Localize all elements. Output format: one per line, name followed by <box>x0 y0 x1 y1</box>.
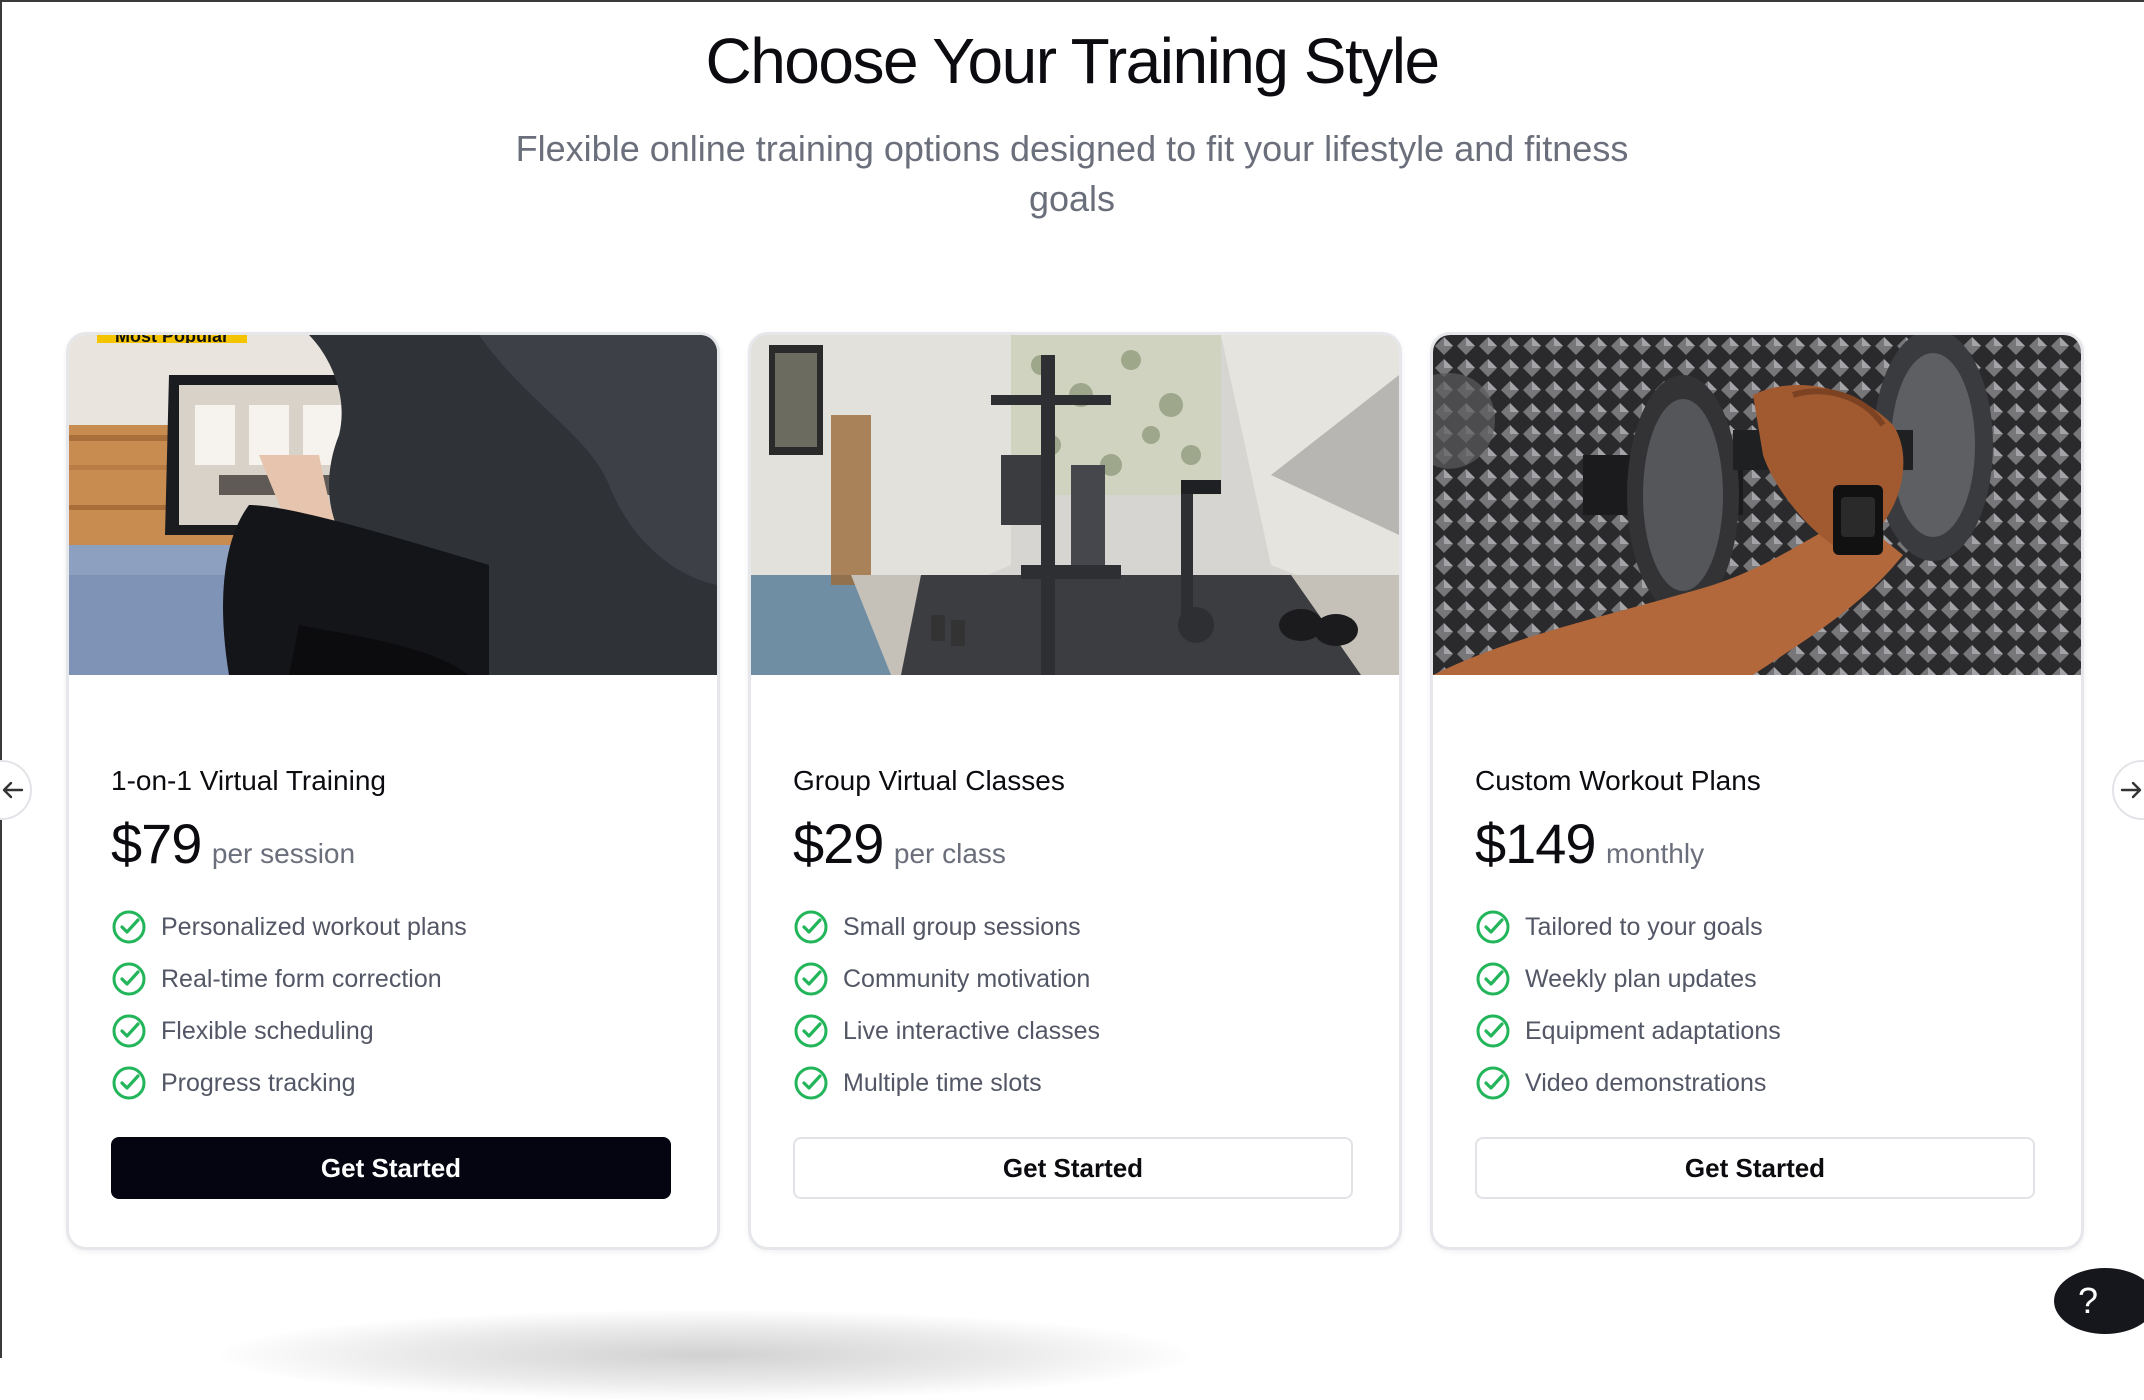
plan-price: $79 <box>111 812 202 875</box>
window-edge-top <box>0 0 2144 2</box>
feature-list: Personalized workout plans Real-time for… <box>111 901 467 1109</box>
plan-card-virtual-training: Most Popular 1-on-1 Virtual Training $79… <box>66 332 720 1250</box>
arrow-left-icon <box>2 781 24 799</box>
check-circle-icon <box>1476 962 1510 996</box>
feature-label: Equipment adaptations <box>1525 1016 1781 1045</box>
get-started-button[interactable]: Get Started <box>111 1137 671 1199</box>
feature-label: Small group sessions <box>843 912 1081 941</box>
plan-card-custom-plans: Custom Workout Plans $149 monthly Tailor… <box>1430 332 2084 1250</box>
help-button[interactable]: ? <box>2054 1268 2144 1334</box>
check-circle-icon <box>1476 910 1510 944</box>
section-title: Choose Your Training Style <box>705 25 1440 97</box>
plan-price-unit: per class <box>893 838 1006 869</box>
check-circle-icon <box>112 1066 146 1100</box>
check-circle-icon <box>794 910 828 944</box>
price-row: $29 per class <box>793 811 1006 876</box>
feature-label: Tailored to your goals <box>1525 912 1763 941</box>
check-circle-icon <box>1476 1066 1510 1100</box>
most-popular-badge: Most Popular <box>97 335 248 343</box>
feature-label: Weekly plan updates <box>1525 964 1757 993</box>
get-started-button[interactable]: Get Started <box>1475 1137 2035 1199</box>
check-circle-icon <box>112 910 146 944</box>
price-row: $79 per session <box>111 811 355 876</box>
arrow-right-icon <box>2120 781 2142 799</box>
feature-label: Live interactive classes <box>843 1016 1101 1045</box>
carousel-next-button[interactable] <box>2112 760 2144 820</box>
feature-item: Community motivation <box>793 953 1100 1005</box>
check-circle-icon <box>112 962 146 996</box>
price-row: $149 monthly <box>1475 811 1704 876</box>
plan-price-unit: monthly <box>1606 838 1705 869</box>
feature-item: Flexible scheduling <box>111 1005 467 1057</box>
feature-item: Weekly plan updates <box>1475 953 1781 1005</box>
get-started-button[interactable]: Get Started <box>793 1137 1353 1199</box>
feature-item: Progress tracking <box>111 1057 467 1109</box>
feature-label: Video demonstrations <box>1525 1068 1767 1097</box>
feature-item: Equipment adaptations <box>1475 1005 1781 1057</box>
plan-price-unit: per session <box>211 838 356 869</box>
help-icon: ? <box>2077 1280 2099 1321</box>
plan-name: 1-on-1 Virtual Training <box>111 765 386 796</box>
feature-item: Video demonstrations <box>1475 1057 1781 1109</box>
plan-image-group-classes <box>751 335 1399 675</box>
feature-item: Tailored to your goals <box>1475 901 1781 953</box>
check-circle-icon <box>1476 1014 1510 1048</box>
feature-label: Multiple time slots <box>843 1068 1042 1097</box>
window-edge-left <box>0 0 2 1358</box>
feature-label: Real-time form correction <box>161 964 442 993</box>
feature-item: Personalized workout plans <box>111 901 467 953</box>
section-subtitle: Flexible online training options designe… <box>515 128 1629 219</box>
plan-name: Custom Workout Plans <box>1475 765 1761 796</box>
plan-name: Group Virtual Classes <box>793 765 1065 796</box>
feature-item: Live interactive classes <box>793 1005 1100 1057</box>
check-circle-icon <box>794 962 828 996</box>
feature-label: Progress tracking <box>161 1068 356 1097</box>
feature-label: Community motivation <box>843 964 1091 993</box>
feature-list: Tailored to your goals Weekly plan updat… <box>1475 901 1781 1109</box>
check-circle-icon <box>794 1014 828 1048</box>
check-circle-icon <box>112 1014 146 1048</box>
plan-price: $29 <box>793 812 884 875</box>
feature-item: Multiple time slots <box>793 1057 1100 1109</box>
plan-price: $149 <box>1475 812 1597 875</box>
feature-label: Flexible scheduling <box>161 1016 374 1045</box>
footer-shadow <box>220 1310 1190 1400</box>
check-circle-icon <box>794 1066 828 1100</box>
plan-card-group-classes: Group Virtual Classes $29 per class Smal… <box>748 332 1402 1250</box>
feature-item: Small group sessions <box>793 901 1100 953</box>
feature-list: Small group sessions Community motivatio… <box>793 901 1100 1109</box>
feature-item: Real-time form correction <box>111 953 467 1005</box>
plan-image-custom-plans <box>1433 335 2081 675</box>
carousel-prev-button[interactable] <box>0 760 32 820</box>
plan-image-virtual-training <box>69 335 717 675</box>
feature-label: Personalized workout plans <box>161 912 467 941</box>
